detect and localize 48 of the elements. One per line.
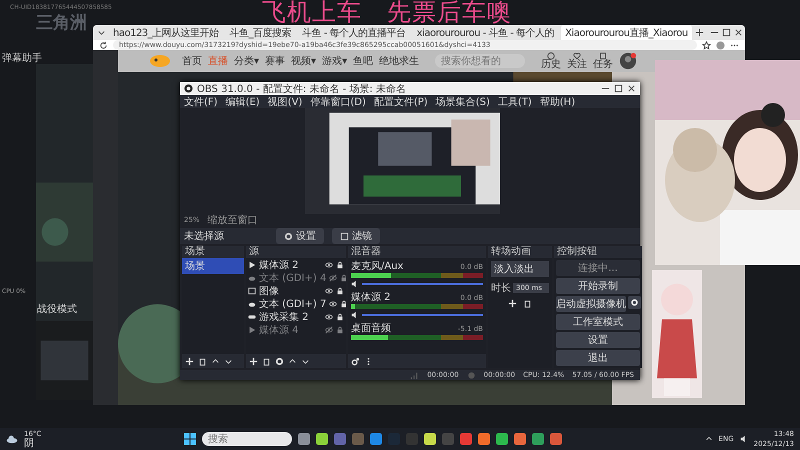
nav-link[interactable]: 游戏▾ bbox=[322, 54, 348, 68]
plus-icon[interactable] bbox=[694, 28, 704, 37]
action-label[interactable]: 关注 bbox=[567, 60, 588, 70]
app-icon[interactable] bbox=[370, 433, 382, 445]
browser-tab[interactable]: hao123_上网从这里开始 bbox=[109, 25, 223, 40]
maximize-icon[interactable] bbox=[722, 28, 731, 37]
app-icon[interactable] bbox=[514, 433, 526, 445]
refresh-icon[interactable] bbox=[99, 40, 108, 50]
app-icon[interactable] bbox=[298, 433, 310, 445]
browser-tab[interactable]: Xiaorourourou直播_Xiaorou bbox=[561, 25, 692, 40]
app-icon[interactable] bbox=[478, 433, 490, 445]
panel-title: 弹幕助手 bbox=[2, 53, 42, 64]
clipboard-icon[interactable] bbox=[599, 52, 608, 60]
nav-link[interactable]: 首页 bbox=[182, 54, 202, 68]
nav-link[interactable]: 视频▾ bbox=[291, 54, 316, 68]
fish-logo-icon[interactable] bbox=[148, 53, 172, 69]
game-logo-text: 三角洲 bbox=[36, 13, 87, 33]
weather-label: 阴 bbox=[24, 439, 35, 449]
mode-label: 战役模式 bbox=[37, 302, 77, 316]
action-label[interactable]: 历史 bbox=[541, 60, 562, 70]
star-icon[interactable] bbox=[702, 40, 711, 50]
profile-icon[interactable] bbox=[716, 40, 725, 50]
close-icon[interactable] bbox=[734, 28, 743, 37]
chevron-up-icon[interactable] bbox=[704, 435, 713, 443]
settings-icon[interactable] bbox=[628, 296, 641, 309]
app-icon[interactable] bbox=[424, 433, 436, 445]
browser-tab[interactable]: xiaorourourou - 斗鱼 - 每个人的 bbox=[412, 25, 558, 40]
speaker-icon[interactable] bbox=[740, 435, 748, 443]
clock-icon[interactable] bbox=[547, 52, 556, 60]
nav-link[interactable]: 鱼吧 bbox=[353, 54, 374, 68]
close-icon[interactable] bbox=[627, 84, 636, 93]
nav-link[interactable]: 赛事 bbox=[265, 54, 286, 68]
app-icon[interactable] bbox=[496, 433, 508, 445]
cloud-icon[interactable] bbox=[6, 433, 18, 445]
browser-tab[interactable]: 斗鱼_百度搜索 bbox=[226, 25, 296, 40]
avatar-icon[interactable] bbox=[619, 52, 638, 70]
browser-tab[interactable]: 斗鱼 - 每个人的直播平台 bbox=[298, 25, 410, 40]
windows-icon[interactable] bbox=[184, 433, 196, 445]
app-icon[interactable] bbox=[316, 433, 328, 445]
search-field[interactable]: 搜索 bbox=[202, 432, 292, 446]
nav-link[interactable]: 分类▾ bbox=[234, 54, 260, 68]
action-label[interactable]: 任务 bbox=[593, 60, 614, 70]
search-field[interactable]: 搜索你想看的 bbox=[435, 54, 526, 68]
app-icon[interactable] bbox=[532, 433, 544, 445]
heart-icon[interactable] bbox=[573, 52, 582, 60]
maximize-icon[interactable] bbox=[614, 84, 623, 93]
overlay-caption: 飞机上车 先票后车噢 bbox=[262, 0, 512, 25]
nav-link[interactable]: 绝地求生 bbox=[379, 54, 420, 68]
